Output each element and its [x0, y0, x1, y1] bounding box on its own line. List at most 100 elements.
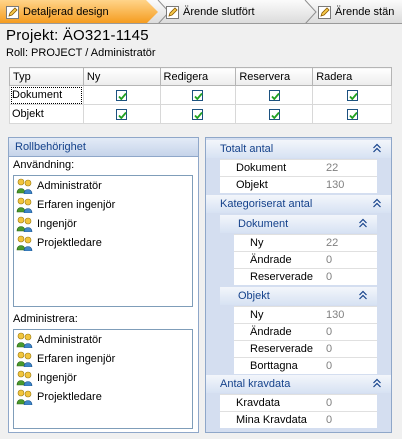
collapse-icon[interactable] — [372, 198, 382, 208]
section-header-document[interactable]: Dokument — [220, 215, 377, 233]
collapse-icon[interactable] — [372, 143, 382, 153]
step-detaljerad-design[interactable]: Detaljerad design — [0, 0, 158, 23]
stat-label: Mina Kravdata — [236, 414, 307, 426]
stat-label: Dokument — [236, 162, 287, 174]
list-item[interactable]: Projektledare — [14, 387, 192, 406]
table-row[interactable]: Objekt — [9, 104, 392, 124]
stat-value: 0 — [326, 397, 333, 409]
reservera-checkbox[interactable] — [268, 89, 280, 101]
row-type-cell[interactable]: Dokument — [9, 85, 84, 105]
chevron-right-icon — [304, 0, 317, 23]
step-arende-stangt[interactable]: Ärende stän — [318, 0, 395, 23]
role-name: Erfaren ingenjör — [37, 198, 116, 211]
user-group-icon — [16, 370, 33, 386]
row-type-cell[interactable]: Objekt — [9, 104, 84, 124]
column-header-reservera[interactable]: Reservera — [235, 67, 314, 86]
stat-label: Ändrade — [250, 326, 292, 338]
grid-header-row: Typ Ny Redigera Reservera Radera — [9, 67, 392, 86]
stat-label: Ny — [250, 309, 264, 321]
administer-listbox[interactable]: Administratör Erfaren ingenjör Ingenjör … — [13, 329, 193, 429]
list-item[interactable]: Ingenjör — [14, 214, 192, 233]
role-name: Erfaren ingenjör — [37, 352, 116, 365]
section-title: Totalt antal — [220, 143, 274, 155]
stat-row: Kravdata 0 — [220, 394, 377, 411]
stat-row: Ny 22 — [234, 234, 377, 251]
stat-label: Objekt — [236, 179, 268, 191]
stat-value: 0 — [326, 254, 333, 266]
list-item[interactable]: Ingenjör — [14, 368, 192, 387]
role-name: Administratör — [37, 333, 102, 346]
collapse-icon[interactable] — [358, 290, 368, 300]
stat-value: 22 — [326, 162, 339, 174]
collapse-icon[interactable] — [358, 218, 368, 228]
section-header-categorized[interactable]: Kategoriserat antal — [206, 195, 391, 213]
role-name: Projektledare — [37, 236, 102, 249]
stat-label: Ny — [250, 237, 264, 249]
step-arende-slutfort[interactable]: Ärende slutfört — [166, 0, 255, 23]
redigera-checkbox[interactable] — [192, 108, 204, 120]
user-group-icon — [16, 235, 33, 251]
checkbox-cell — [312, 85, 392, 105]
reservera-checkbox[interactable] — [268, 108, 280, 120]
list-item[interactable]: Projektledare — [14, 233, 192, 252]
stat-row: Dokument 22 — [220, 159, 377, 176]
role-panel-title: Rollbehörighet — [9, 138, 198, 157]
radera-checkbox[interactable] — [346, 89, 358, 101]
ny-checkbox[interactable] — [116, 89, 128, 101]
stat-value: 22 — [326, 237, 339, 249]
list-item[interactable]: Administratör — [14, 176, 192, 195]
checkmark-icon — [348, 111, 358, 119]
section-header-total[interactable]: Totalt antal — [206, 140, 391, 158]
stat-row: Objekt 130 — [220, 176, 377, 193]
list-item[interactable]: Erfaren ingenjör — [14, 349, 192, 368]
column-header-radera[interactable]: Radera — [312, 67, 392, 86]
usage-label: Användning: — [13, 159, 75, 171]
stat-label: Reserverade — [250, 343, 313, 355]
checkbox-cell — [235, 104, 314, 124]
step-label: Detaljerad design — [23, 6, 109, 18]
user-group-icon — [16, 178, 33, 194]
checkbox-cell — [159, 85, 237, 105]
stat-row: Ny 130 — [234, 306, 377, 323]
radera-checkbox[interactable] — [346, 108, 358, 120]
workflow-breadcrumb: Detaljerad design Ärende slutfört Ärende… — [0, 0, 402, 24]
column-header-redigera[interactable]: Redigera — [159, 67, 237, 86]
stat-value: 130 — [326, 309, 345, 321]
role-name: Administratör — [37, 179, 102, 192]
stat-value: 0 — [326, 414, 333, 426]
pencil-icon — [318, 5, 331, 19]
checkmark-icon — [118, 111, 127, 119]
checkmark-icon — [348, 92, 358, 100]
stat-row: Mina Kravdata 0 — [220, 411, 377, 428]
stat-label: Kravdata — [236, 397, 281, 409]
checkmark-icon — [118, 92, 127, 100]
permissions-grid: Typ Ny Redigera Reservera Radera Dokumen… — [9, 67, 392, 124]
checkmark-icon — [194, 92, 204, 100]
user-group-icon — [16, 389, 33, 405]
section-header-requirements[interactable]: Antal kravdata — [206, 375, 391, 393]
redigera-checkbox[interactable] — [192, 89, 204, 101]
usage-listbox[interactable]: Administratör Erfaren ingenjör Ingenjör … — [13, 175, 193, 307]
ny-checkbox[interactable] — [116, 108, 128, 120]
step-label: Ärende stän — [335, 6, 395, 18]
stat-row: Reserverade 0 — [234, 268, 377, 285]
column-header-typ[interactable]: Typ — [9, 67, 84, 86]
stat-row: Borttagna 0 — [234, 357, 377, 374]
role-permission-panel: Rollbehörighet Användning: Administratör… — [8, 137, 199, 433]
table-row[interactable]: Dokument — [9, 85, 392, 105]
checkmark-icon — [271, 92, 280, 100]
checkbox-cell — [235, 85, 314, 105]
role-line: Roll: PROJECT / Administratör — [6, 47, 156, 59]
collapse-icon[interactable] — [372, 378, 382, 388]
checkbox-cell — [312, 104, 392, 124]
checkmark-icon — [271, 111, 280, 119]
step-label: Ärende slutfört — [183, 6, 255, 18]
checkmark-icon — [194, 111, 204, 119]
section-header-object[interactable]: Objekt — [220, 287, 377, 305]
list-item[interactable]: Administratör — [14, 330, 192, 349]
list-item[interactable]: Erfaren ingenjör — [14, 195, 192, 214]
user-group-icon — [16, 351, 33, 367]
user-group-icon — [16, 197, 33, 213]
column-header-ny[interactable]: Ny — [82, 67, 161, 86]
section-title: Antal kravdata — [220, 378, 291, 390]
